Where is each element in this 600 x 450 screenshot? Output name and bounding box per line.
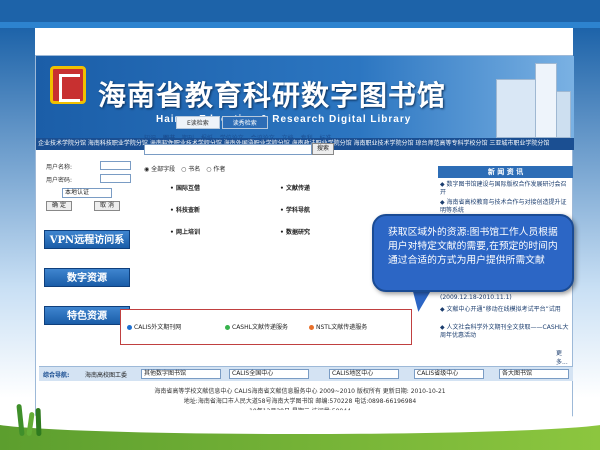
- resource-link-subject-nav[interactable]: • 学科导航: [280, 205, 310, 214]
- search-button[interactable]: 搜索: [312, 143, 334, 155]
- slide-top-bar: [0, 0, 600, 28]
- building-image: [491, 61, 571, 138]
- news-more-link[interactable]: 更多...: [556, 348, 573, 366]
- search-tabs: E读检索 读秀检索: [176, 116, 268, 129]
- nav-select-calis-provincial[interactable]: CALIS省级中心: [414, 369, 484, 379]
- password-input[interactable]: [100, 174, 131, 183]
- nav-select-major-libraries[interactable]: 各大图书馆: [499, 369, 569, 379]
- library-logo-icon: [50, 66, 86, 104]
- subtab-newspapers[interactable]: 报纸: [201, 135, 213, 142]
- subtab-theses[interactable]: 学位论文: [220, 135, 244, 142]
- subtab-conferences[interactable]: 会议论文: [251, 135, 275, 142]
- resource-link-novelty-search[interactable]: • 科技查新: [170, 205, 200, 214]
- news-item[interactable]: ◆ 海南省高校教育与技术合作与对接创造提升证明等系统: [440, 199, 570, 215]
- green-dot-icon: [225, 325, 230, 330]
- nav-select-other-libraries[interactable]: 其他数字图书馆: [141, 369, 221, 379]
- resource-link-interlibrary[interactable]: • 国际互借: [170, 183, 200, 192]
- nav-link-hainan-library[interactable]: 海南高校图工委: [85, 370, 127, 379]
- special-resources-button[interactable]: 特色资源: [44, 306, 130, 325]
- resource-link-data-research[interactable]: • 数据研究: [280, 227, 310, 236]
- delivery-services-box: CALIS外文期刊网 CASHL文献传递服务 NSTL文献传递服务: [120, 309, 412, 345]
- subtab-documents[interactable]: 文档: [282, 135, 294, 142]
- username-input[interactable]: [100, 161, 131, 170]
- service-nstl[interactable]: NSTL文献传递服务: [309, 322, 367, 331]
- radio-all-fields[interactable]: ◉ 全部字段: [144, 166, 175, 173]
- nav-select-calis-regional[interactable]: CALIS地区中心: [329, 369, 399, 379]
- news-item[interactable]: ◆ 数字图书馆建设与国际版权合作发展研讨会召开: [440, 181, 570, 197]
- search-subtabs: 知识 图书 期刊 报纸 学位论文 会议论文 文档 专利 标准: [144, 133, 337, 142]
- search-field-radios: ◉ 全部字段 ○ 书名 ○ 作者: [144, 164, 225, 173]
- nav-label: 综合导航:: [43, 372, 70, 379]
- news-item[interactable]: ◆ 人文社会科学外文期刊全文获取——CASHL大周年优惠活动: [440, 324, 570, 340]
- news-item: (2009.12.18-2010.11.1): [440, 294, 512, 301]
- radio-author[interactable]: ○ 作者: [206, 166, 225, 173]
- digital-resources-button[interactable]: 数字资源: [44, 268, 130, 287]
- username-label: 用户名称:: [46, 164, 73, 171]
- slide-left-band: [0, 28, 35, 398]
- site-title: 海南省教育科研数字图书馆: [98, 79, 447, 112]
- tab-duxiu[interactable]: 读秀检索: [221, 116, 268, 129]
- auth-select[interactable]: 本地认证: [62, 188, 112, 198]
- resource-link-document-delivery[interactable]: • 文献传递: [280, 183, 310, 192]
- resource-link-online-training[interactable]: • 网上培训: [170, 227, 200, 236]
- grass-leaf-icon: [35, 407, 42, 437]
- subtab-knowledge[interactable]: 知识: [144, 135, 156, 142]
- blue-dot-icon: [127, 325, 132, 330]
- subtab-journals[interactable]: 期刊: [182, 135, 194, 142]
- vpn-access-button[interactable]: VPN远程访问系统: [44, 230, 130, 265]
- confirm-button[interactable]: 确 定: [46, 201, 72, 211]
- bottom-decoration: [0, 398, 600, 450]
- tab-e-read[interactable]: E读检索: [176, 116, 220, 129]
- news-header: 新 闻 资 讯: [438, 166, 573, 178]
- search-panel: E读检索 读秀检索 知识 图书 期刊 报纸 学位论文 会议论文 文档 专利 标准…: [140, 116, 368, 294]
- service-calis[interactable]: CALIS外文期刊网: [127, 322, 181, 331]
- subtab-standards[interactable]: 标准: [320, 135, 332, 142]
- cancel-button[interactable]: 取 消: [94, 201, 120, 211]
- green-wave: [0, 410, 600, 450]
- nav-select-calis-national[interactable]: CALIS全国中心: [229, 369, 309, 379]
- subtab-patents[interactable]: 专利: [301, 135, 313, 142]
- slide-right-band: [573, 28, 600, 398]
- footer-line-copyright: 海南省高等学校文献信息中心 CALIS海南省文献信息服务中心 2009~2010…: [154, 388, 446, 395]
- radio-title[interactable]: ○ 书名: [181, 166, 200, 173]
- news-item[interactable]: ◆ 文献中心开通“移动在线模拟考试平台”试用: [440, 306, 570, 314]
- subtab-books[interactable]: 图书: [163, 135, 175, 142]
- service-cashl[interactable]: CASHL文献传递服务: [225, 322, 288, 331]
- orange-dot-icon: [309, 325, 314, 330]
- callout-bubble: 获取区域外的资源:图书馆工作人员根据用户对特定文献的需要,在预定的时间内通过合适…: [372, 214, 574, 292]
- search-input[interactable]: [144, 144, 312, 155]
- navigation-bar: 综合导航: 海南高校图工委 其他数字图书馆 CALIS全国中心 CALIS地区中…: [39, 366, 573, 381]
- password-label: 用户密码:: [46, 177, 73, 184]
